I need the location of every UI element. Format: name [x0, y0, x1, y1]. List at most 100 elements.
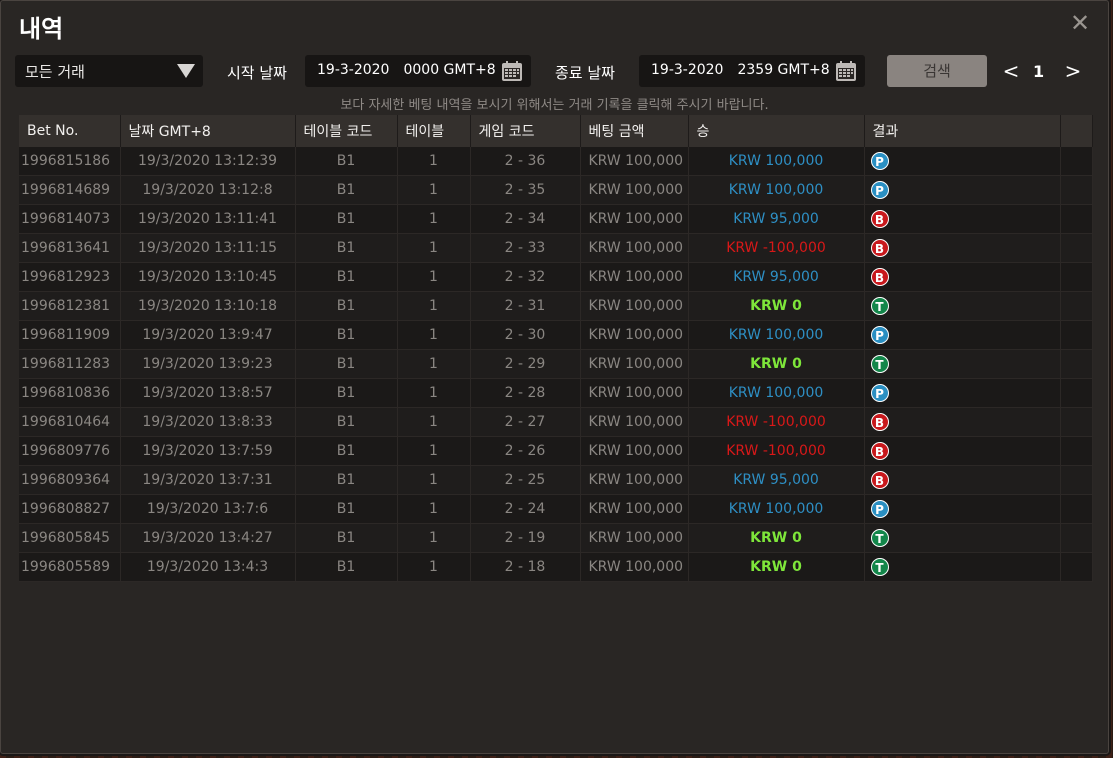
- start-date-value: 19-3-2020: [317, 62, 390, 78]
- spacer-cell: [1060, 147, 1093, 176]
- table-cell: 1: [397, 233, 471, 263]
- table-row[interactable]: 1996808827 19/3/2020 13:7:6 B1 1 2 - 24 KRW 1…: [19, 494, 1093, 524]
- result-badge: B: [870, 210, 889, 228]
- win-cell: KRW 0: [688, 349, 865, 379]
- bet-amount-cell: KRW 100,000: [580, 262, 689, 292]
- table-code-cell: B1: [295, 349, 398, 379]
- spacer-cell: [1060, 320, 1093, 350]
- col-table-code: 테이블 코드: [295, 115, 398, 147]
- table-code-cell: B1: [295, 523, 398, 553]
- bet-no-cell: 1996805845: [19, 523, 121, 553]
- game-code-cell: 2 - 18: [470, 552, 581, 582]
- bet-amount-cell: KRW 100,000: [580, 291, 689, 321]
- bet-no-cell: 1996814689: [19, 175, 121, 205]
- result-badge: B: [870, 471, 889, 489]
- table-code-cell: B1: [295, 291, 398, 321]
- table-cell: 1: [397, 378, 471, 408]
- bet-no-cell: 1996811909: [19, 320, 121, 350]
- result-badge: P: [870, 500, 889, 518]
- start-date-field[interactable]: 19-3-2020 0000 GMT+8: [305, 55, 531, 87]
- prev-page-button[interactable]: <: [1001, 59, 1021, 83]
- result-badge: T: [870, 355, 889, 373]
- spacer-cell: [1060, 204, 1093, 234]
- table-row[interactable]: 1996815186 19/3/2020 13:12:39 B1 1 2 - 36 KRW…: [19, 147, 1093, 176]
- result-cell: P: [864, 378, 1061, 408]
- result-cell: T: [864, 291, 1061, 321]
- calendar-icon[interactable]: [835, 60, 857, 82]
- game-code-cell: 2 - 25: [470, 465, 581, 495]
- table-cell: 1: [397, 349, 471, 379]
- win-cell: KRW 95,000: [688, 262, 865, 292]
- result-badge: P: [870, 326, 889, 344]
- table-code-cell: B1: [295, 233, 398, 263]
- search-button[interactable]: 검색: [887, 55, 987, 87]
- table-row[interactable]: 1996812923 19/3/2020 13:10:45 B1 1 2 - 32 KRW…: [19, 262, 1093, 292]
- table-cell: 1: [397, 494, 471, 524]
- table-row[interactable]: 1996810464 19/3/2020 13:8:33 B1 1 2 - 27 KRW …: [19, 407, 1093, 437]
- history-modal: 내역 ✕ 모든 거래 시작 날짜 19-3-2020 0000 GMT+8 종료 …: [0, 0, 1109, 754]
- table-row[interactable]: 1996810836 19/3/2020 13:8:57 B1 1 2 - 28 KRW …: [19, 378, 1093, 408]
- table-row[interactable]: 1996805589 19/3/2020 13:4:3 B1 1 2 - 18 KRW 1…: [19, 552, 1093, 582]
- next-page-button[interactable]: >: [1063, 59, 1083, 83]
- table-code-cell: B1: [295, 204, 398, 234]
- bet-no-cell: 1996812923: [19, 262, 121, 292]
- bet-amount-cell: KRW 100,000: [580, 320, 689, 350]
- end-date-field[interactable]: 19-3-2020 2359 GMT+8: [639, 55, 865, 87]
- date-cell: 19/3/2020 13:7:59: [120, 436, 296, 466]
- date-cell: 19/3/2020 13:10:18: [120, 291, 296, 321]
- table-row[interactable]: 1996809364 19/3/2020 13:7:31 B1 1 2 - 25 KRW …: [19, 465, 1093, 495]
- result-badge: B: [870, 442, 889, 460]
- bet-amount-cell: KRW 100,000: [580, 494, 689, 524]
- table-code-cell: B1: [295, 465, 398, 495]
- spacer-cell: [1060, 233, 1093, 263]
- table-cell: 1: [397, 262, 471, 292]
- result-cell: P: [864, 147, 1061, 176]
- win-cell: KRW 100,000: [688, 175, 865, 205]
- bet-no-cell: 1996810464: [19, 407, 121, 437]
- calendar-icon[interactable]: [501, 60, 523, 82]
- win-cell: KRW 0: [688, 523, 865, 553]
- table-code-cell: B1: [295, 494, 398, 524]
- win-cell: KRW 100,000: [688, 378, 865, 408]
- result-badge: B: [870, 413, 889, 431]
- table-row[interactable]: 1996812381 19/3/2020 13:10:18 B1 1 2 - 31 KRW…: [19, 291, 1093, 321]
- bet-amount-cell: KRW 100,000: [580, 378, 689, 408]
- table-cell: 1: [397, 436, 471, 466]
- table-cell: 1: [397, 407, 471, 437]
- close-icon[interactable]: ✕: [1068, 11, 1092, 35]
- result-cell: B: [864, 436, 1061, 466]
- date-cell: 19/3/2020 13:12:39: [120, 147, 296, 176]
- result-cell: P: [864, 175, 1061, 205]
- result-badge: P: [870, 152, 889, 170]
- table-row[interactable]: 1996805845 19/3/2020 13:4:27 B1 1 2 - 19 KRW …: [19, 523, 1093, 553]
- bet-no-cell: 1996810836: [19, 378, 121, 408]
- table-code-cell: B1: [295, 147, 398, 176]
- table-row[interactable]: 1996813641 19/3/2020 13:11:15 B1 1 2 - 33 KRW…: [19, 233, 1093, 263]
- spacer-cell: [1060, 465, 1093, 495]
- table-row[interactable]: 1996811283 19/3/2020 13:9:23 B1 1 2 - 29 KRW …: [19, 349, 1093, 379]
- table-row[interactable]: 1996814689 19/3/2020 13:12:8 B1 1 2 - 35 KRW …: [19, 175, 1093, 205]
- table-row[interactable]: 1996809776 19/3/2020 13:7:59 B1 1 2 - 26 KRW …: [19, 436, 1093, 466]
- col-spacer: [1060, 115, 1093, 147]
- spacer-cell: [1060, 349, 1093, 379]
- date-cell: 19/3/2020 13:4:3: [120, 552, 296, 582]
- transaction-type-value: 모든 거래: [25, 63, 85, 81]
- col-date: 날짜 GMT+8: [120, 115, 296, 147]
- start-time-value: 0000 GMT+8: [403, 62, 496, 78]
- table-cell: 1: [397, 147, 471, 176]
- win-cell: KRW 100,000: [688, 494, 865, 524]
- table-row[interactable]: 1996814073 19/3/2020 13:11:41 B1 1 2 - 34 KRW…: [19, 204, 1093, 234]
- date-cell: 19/3/2020 13:11:15: [120, 233, 296, 263]
- table-code-cell: B1: [295, 552, 398, 582]
- table-cell: 1: [397, 204, 471, 234]
- game-code-cell: 2 - 35: [470, 175, 581, 205]
- spacer-cell: [1060, 175, 1093, 205]
- transaction-type-select[interactable]: 모든 거래: [15, 55, 203, 87]
- table-row[interactable]: 1996811909 19/3/2020 13:9:47 B1 1 2 - 30 KRW …: [19, 320, 1093, 350]
- bet-amount-cell: KRW 100,000: [580, 436, 689, 466]
- col-bet-no: Bet No.: [19, 115, 121, 147]
- result-badge: P: [870, 384, 889, 402]
- date-cell: 19/3/2020 13:7:6: [120, 494, 296, 524]
- game-code-cell: 2 - 32: [470, 262, 581, 292]
- bet-no-cell: 1996815186: [19, 147, 121, 176]
